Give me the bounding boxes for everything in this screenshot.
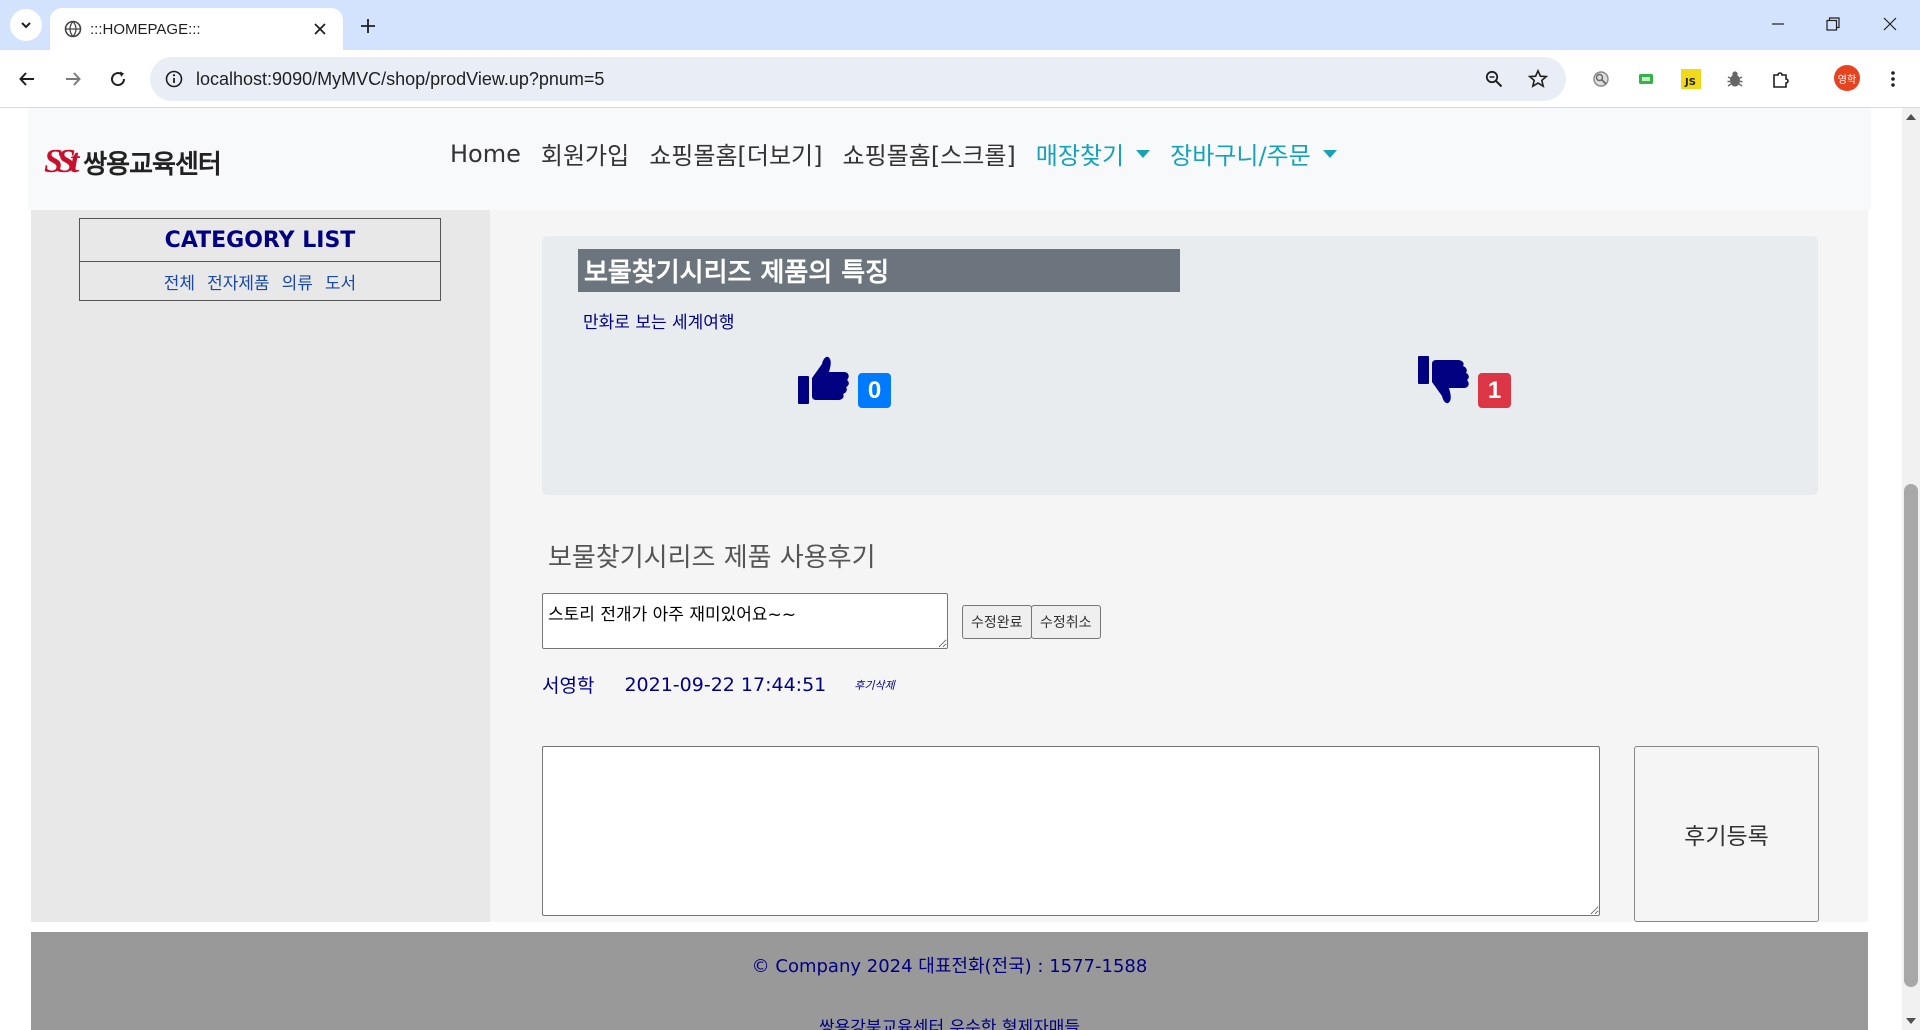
category-link-electronics[interactable]: 전자제품 xyxy=(207,269,270,294)
browser-toolbar: localhost:9090/MyMVC/shop/prodView.up?pn… xyxy=(0,50,1920,108)
category-link-clothing[interactable]: 의류 xyxy=(282,269,313,294)
tab-close-button[interactable] xyxy=(309,18,331,40)
puzzle-icon xyxy=(1773,72,1789,88)
category-links: 전체 전자제품 의류 도서 xyxy=(80,262,440,301)
zoom-button[interactable] xyxy=(1480,65,1508,93)
logo-text: 쌍용교육센터 xyxy=(83,149,222,180)
bug-icon xyxy=(1727,71,1743,87)
arrow-right-icon xyxy=(66,72,81,86)
scrollbar-thumb[interactable] xyxy=(1904,484,1918,987)
submit-review-button[interactable]: 후기등록 xyxy=(1634,746,1819,922)
scroll-up-arrow-icon[interactable] xyxy=(1906,114,1916,120)
nav-link-register[interactable]: 회원가입 xyxy=(541,136,629,171)
extension-button[interactable] xyxy=(1586,64,1616,94)
site-logo[interactable]: SSt 쌍용교육센터 xyxy=(44,142,222,182)
site-footer: © Company 2024 대표전화(전국) : 1577-1588 쌍용강북… xyxy=(31,932,1868,1030)
chevron-down-icon xyxy=(21,22,31,29)
tab-title: :::HOMEPAGE::: xyxy=(90,21,201,38)
back-button[interactable] xyxy=(9,61,45,97)
forward-button[interactable] xyxy=(55,61,91,97)
product-content: 보물찾기시리즈 제품의 특징 만화로 보는 세계여행 0 1 보물찾기시리즈 제… xyxy=(490,210,1868,922)
plus-icon xyxy=(361,19,375,33)
nav-link-shop-scroll[interactable]: 쇼핑몰홈[스크롤] xyxy=(843,136,1016,171)
nav-dropdown-store-finder[interactable]: 매장찾기 xyxy=(1035,136,1151,171)
globe-icon xyxy=(64,20,82,38)
minimize-button[interactable] xyxy=(1755,6,1801,42)
review-section-heading: 보물찾기시리즈 제품 사용후기 xyxy=(548,543,876,573)
privacy-extension-icon xyxy=(1593,71,1609,87)
nav-link-shop-more[interactable]: 쇼핑몰홈[더보기] xyxy=(649,136,822,171)
thumbs-down-icon xyxy=(1418,356,1469,404)
nav-dropdown-label: 장바구니/주문 xyxy=(1170,142,1311,170)
star-icon xyxy=(1528,69,1548,88)
caret-down-icon xyxy=(1136,149,1151,158)
product-feature-box: 보물찾기시리즈 제품의 특징 만화로 보는 세계여행 0 1 xyxy=(542,236,1818,495)
profile-avatar[interactable]: 영학 xyxy=(1834,65,1860,91)
new-tab-button[interactable] xyxy=(352,10,384,42)
footer-tagline: 쌍용강북교육센터 우수한 형제자매들 xyxy=(818,1018,1081,1030)
reload-icon xyxy=(111,71,126,87)
restore-icon xyxy=(1826,17,1840,31)
scroll-down-arrow-icon[interactable] xyxy=(1906,1018,1916,1024)
javascript-extension-icon: JS xyxy=(1681,69,1701,89)
feature-title: 보물찾기시리즈 제품의 특징 xyxy=(578,249,1180,292)
category-link-books[interactable]: 도서 xyxy=(325,269,356,294)
info-icon xyxy=(165,70,183,88)
address-bar[interactable]: localhost:9090/MyMVC/shop/prodView.up?pn… xyxy=(150,57,1566,101)
extensions-menu-button[interactable] xyxy=(1766,64,1796,94)
reload-button[interactable] xyxy=(100,61,136,97)
caret-down-icon xyxy=(1322,149,1337,158)
restore-button[interactable] xyxy=(1810,6,1856,42)
nav-menu: Home 회원가입 쇼핑몰홈[더보기] 쇼핑몰홈[스크롤] 매장찾기 장바구니/… xyxy=(450,136,1337,171)
nav-dropdown-label: 매장찾기 xyxy=(1035,142,1125,170)
browser-tab-active[interactable]: :::HOMEPAGE::: xyxy=(50,8,343,50)
window-close-button[interactable] xyxy=(1867,6,1913,42)
minimize-icon xyxy=(1772,23,1784,25)
cancel-edit-button[interactable]: 수정취소 xyxy=(1031,605,1101,639)
browser-tabstrip: :::HOMEPAGE::: xyxy=(0,0,1920,50)
like-count-badge: 0 xyxy=(858,373,891,408)
zoom-icon xyxy=(1485,70,1503,88)
extension-button[interactable] xyxy=(1720,64,1750,94)
svg-text:JS: JS xyxy=(1684,77,1696,88)
arrow-left-icon xyxy=(19,72,34,86)
like-control[interactable]: 0 xyxy=(798,356,891,408)
sidebar: CATEGORY LIST 전체 전자제품 의류 도서 xyxy=(31,210,490,922)
site-navbar: SSt 쌍용교육센터 Home 회원가입 쇼핑몰홈[더보기] 쇼핑몰홈[스크롤]… xyxy=(28,108,1871,210)
more-vertical-icon xyxy=(1891,71,1895,87)
page-viewport: SSt 쌍용교육센터 Home 회원가입 쇼핑몰홈[더보기] 쇼핑몰홈[스크롤]… xyxy=(0,108,1920,1030)
url-text[interactable]: localhost:9090/MyMVC/shop/prodView.up?pn… xyxy=(196,69,604,90)
review-meta: 서영학 2021-09-22 17:44:51 후기삭제 xyxy=(542,671,895,698)
extension-button[interactable]: JS xyxy=(1676,64,1706,94)
nav-dropdown-cart-order[interactable]: 장바구니/주문 xyxy=(1170,136,1337,171)
page-scrollbar[interactable] xyxy=(1902,108,1920,1030)
site-info-button[interactable] xyxy=(160,65,188,93)
bookmark-button[interactable] xyxy=(1524,65,1552,93)
dislike-control[interactable]: 1 xyxy=(1418,356,1511,408)
dislike-count-badge: 1 xyxy=(1478,373,1511,408)
tab-search-button[interactable] xyxy=(10,9,42,41)
footer-copyright: © Company 2024 대표전화(전국) : 1577-1588 xyxy=(751,956,1148,977)
category-list-title: CATEGORY LIST xyxy=(80,219,440,262)
logo-mark: SSt xyxy=(44,143,79,180)
category-list: CATEGORY LIST 전체 전자제품 의류 도서 xyxy=(79,218,441,301)
save-edit-button[interactable]: 수정완료 xyxy=(962,605,1032,639)
delete-review-link[interactable]: 후기삭제 xyxy=(854,677,894,693)
feature-description: 만화로 보는 세계여행 xyxy=(583,313,735,333)
category-link-all[interactable]: 전체 xyxy=(164,269,195,294)
review-author: 서영학 xyxy=(542,675,595,697)
extension-button[interactable] xyxy=(1631,64,1661,94)
main-container: CATEGORY LIST 전체 전자제품 의류 도서 보물찾기시리즈 제품의 … xyxy=(31,210,1868,1030)
screen-extension-icon xyxy=(1639,74,1653,84)
thumbs-up-icon xyxy=(798,356,849,404)
browser-menu-button[interactable] xyxy=(1878,64,1908,94)
review-edit-textarea[interactable]: 스토리 전개가 아주 재미있어요~~ xyxy=(542,593,948,649)
close-icon xyxy=(314,23,326,35)
review-date: 2021-09-22 17:44:51 xyxy=(624,673,827,696)
nav-link-home[interactable]: Home xyxy=(450,140,521,168)
close-icon xyxy=(1883,17,1897,31)
new-review-textarea[interactable] xyxy=(542,746,1600,916)
